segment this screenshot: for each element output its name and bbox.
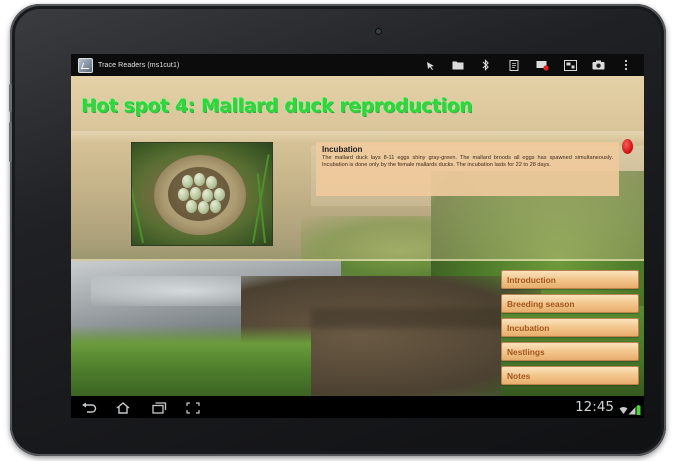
grass <box>132 164 144 244</box>
egg <box>210 200 221 213</box>
menu-item-introduction[interactable]: Introduction <box>501 270 639 289</box>
egg <box>194 173 205 186</box>
clipboard-icon[interactable] <box>500 54 528 76</box>
egg <box>186 200 197 213</box>
layout-icon[interactable] <box>556 54 584 76</box>
tablet-device: Trace Readers (ms1cut1) Hot spot 4: Mall… <box>9 4 666 456</box>
egg <box>178 188 189 201</box>
system-bar: 12:45 <box>71 396 644 418</box>
menu-item-breeding-season[interactable]: Breeding season <box>501 294 639 313</box>
info-popup: Incubation The mallard duck lays 8-11 eg… <box>316 142 619 196</box>
battery-icon <box>636 402 641 418</box>
app-title: Trace Readers (ms1cut1) <box>98 61 180 69</box>
tablet-screen: Trace Readers (ms1cut1) Hot spot 4: Mall… <box>71 54 644 418</box>
popup-heading: Incubation <box>322 145 363 154</box>
app-icon[interactable] <box>78 57 93 73</box>
page-title: Hot spot 4: Mallard duck reproduction <box>81 96 473 117</box>
popup-text: The mallard duck lays 8-11 eggs shiny gr… <box>322 155 613 169</box>
front-camera <box>376 29 381 34</box>
menu-item-nestlings[interactable]: Nestlings <box>501 342 639 361</box>
folder-icon[interactable] <box>444 54 472 76</box>
side-button <box>9 84 12 112</box>
egg <box>182 175 193 188</box>
egg <box>190 187 201 200</box>
status-icons <box>619 402 641 418</box>
duck-nest-photo <box>131 142 273 246</box>
home-icon[interactable] <box>115 401 131 418</box>
wifi-icon <box>619 402 628 418</box>
camera-icon[interactable] <box>584 54 612 76</box>
grass <box>71 326 311 396</box>
record-icon[interactable] <box>528 54 556 76</box>
overflow-menu-icon[interactable] <box>612 54 640 76</box>
recent-apps-icon[interactable] <box>151 401 167 418</box>
muddy-shore <box>311 308 521 328</box>
menu-item-notes[interactable]: Notes <box>501 366 639 385</box>
egg <box>206 176 217 189</box>
screenshot-icon[interactable] <box>186 401 200 418</box>
clock: 12:45 <box>575 399 614 415</box>
menu-item-incubation[interactable]: Incubation <box>501 318 639 337</box>
action-bar: Trace Readers (ms1cut1) <box>71 54 644 76</box>
action-bar-icons <box>416 54 640 76</box>
pointer-icon[interactable] <box>416 54 444 76</box>
bluetooth-scan-icon[interactable] <box>472 54 500 76</box>
section-menu: Introduction Breeding season Incubation … <box>501 270 639 390</box>
side-button <box>9 122 12 162</box>
egg <box>198 201 209 214</box>
hotspot-scene: Hot spot 4: Mallard duck reproduction In… <box>71 76 644 396</box>
back-icon[interactable] <box>81 401 97 418</box>
hotspot-marker[interactable] <box>622 139 633 154</box>
signal-icon <box>628 402 636 418</box>
